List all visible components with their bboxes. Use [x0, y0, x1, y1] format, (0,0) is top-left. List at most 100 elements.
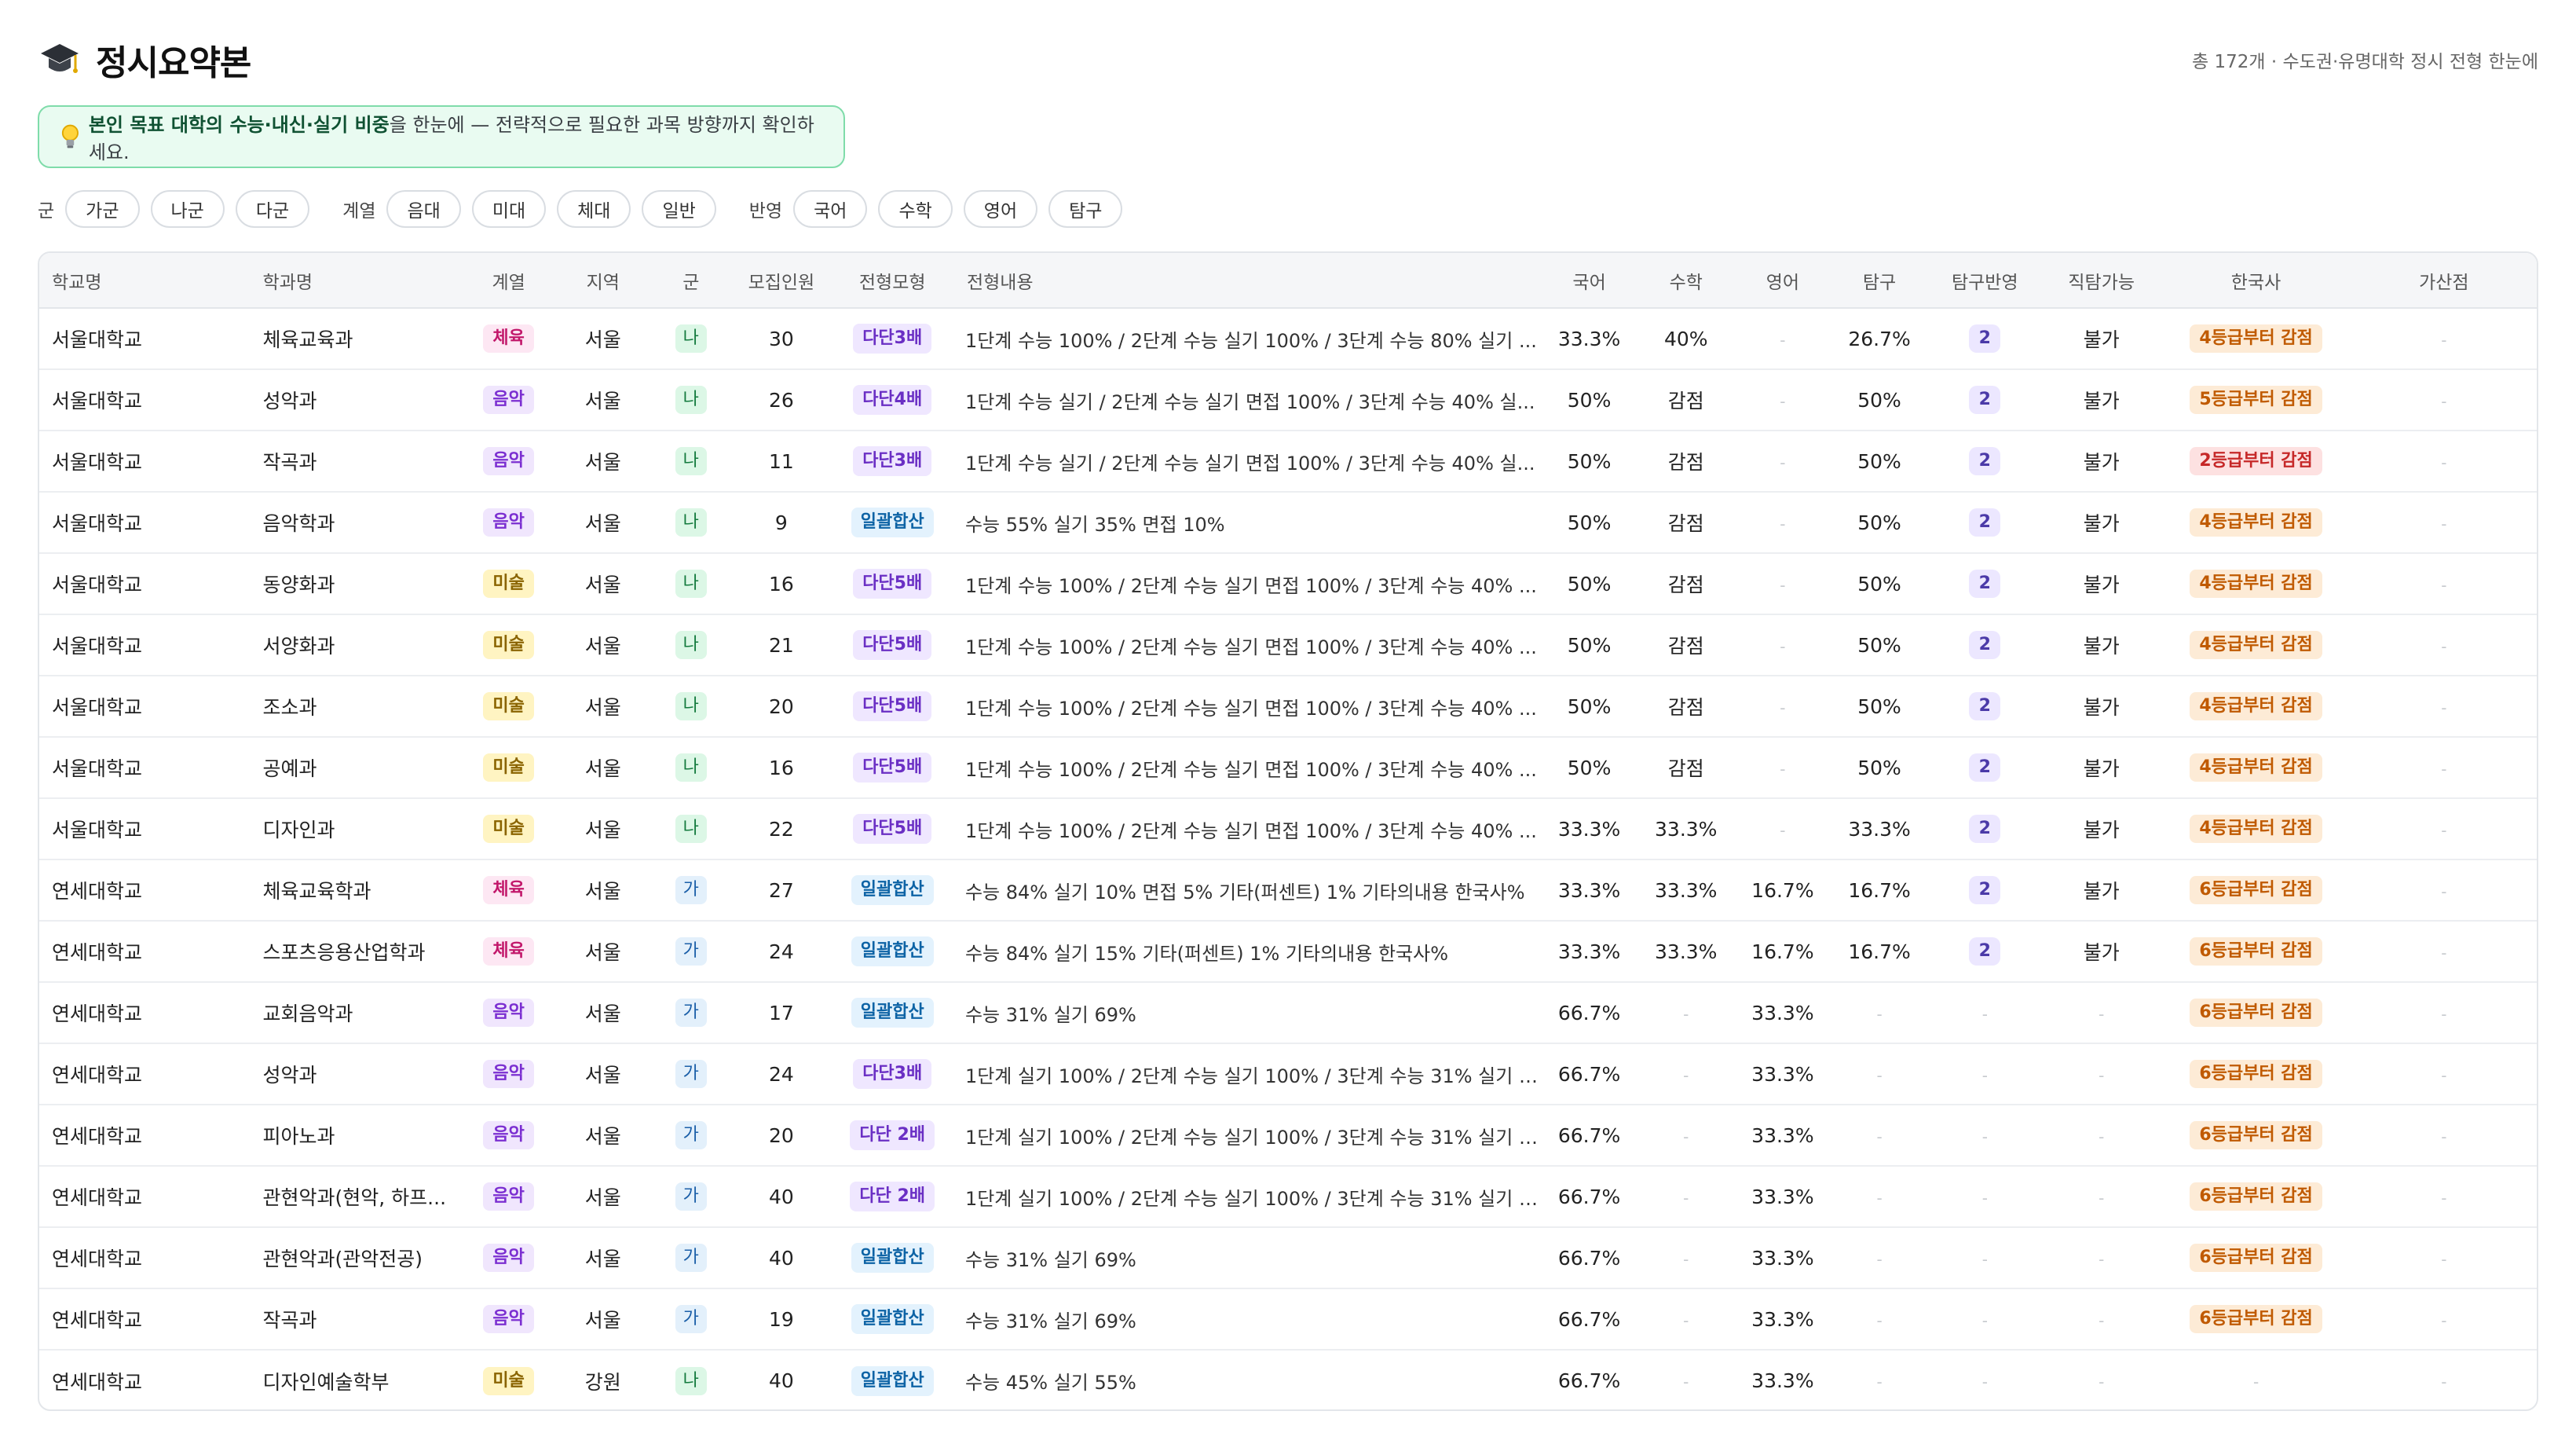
chip-gun-na[interactable]: 나군 [150, 190, 225, 228]
math-ratio: 감점 [1667, 635, 1704, 658]
korean-history-badge: 5등급부터 감점 [2190, 386, 2322, 414]
quota-cell: 9 [774, 511, 788, 534]
quota-cell: 19 [768, 1307, 794, 1331]
english-ratio: 33.3% [1751, 1001, 1814, 1024]
english-ratio: 33.3% [1751, 1123, 1814, 1147]
vocational-cell: 불가 [2083, 635, 2120, 658]
col-korean-history-header[interactable]: 한국사 [2161, 253, 2351, 309]
table-row[interactable]: 서울대학교 조소과 미술 서울 나 20 다단5배 1단계 수능 100% / 2단계 수능 … [39, 676, 2537, 737]
gun-badge: 나 [675, 631, 707, 659]
col-quota-header[interactable]: 모집인원 [732, 253, 831, 309]
table-row[interactable]: 연세대학교 체육교육학과 체육 서울 가 27 일괄합산 수능 84% 실기 10% 면접 5… [39, 859, 2537, 921]
gun-cell: 가 [649, 1166, 732, 1227]
table-row[interactable]: 서울대학교 음악학과 음악 서울 나 9 일괄합산 수능 55% 실기 35% 면접 10% 5… [39, 492, 2537, 553]
table-row[interactable]: 연세대학교 작곡과 음악 서울 가 19 일괄합산 수능 31% 실기 69% 66.7% - 33… [39, 1288, 2537, 1350]
region-cell: 서울 [584, 1248, 621, 1270]
english-ratio: 33.3% [1751, 1369, 1814, 1392]
region-cell: 서울 [584, 1309, 621, 1332]
bonus-cell: - [2351, 369, 2537, 431]
chip-reflect-korean[interactable]: 국어 [793, 190, 868, 228]
chip-field-music[interactable]: 음대 [386, 190, 461, 228]
inquiry-count-dash: - [1981, 1188, 1988, 1208]
col-korean-header[interactable]: 국어 [1541, 253, 1638, 309]
korean-ratio: 66.7% [1557, 1123, 1621, 1147]
quota-cell: 30 [768, 327, 794, 350]
chip-field-art[interactable]: 미대 [471, 190, 547, 228]
table-body: 서울대학교 체육교육과 체육 서울 나 30 다단3배 1단계 수능 100% / 2단계 수… [39, 308, 2537, 1409]
col-school-header[interactable]: 학교명 [39, 253, 251, 309]
korean-history-cell: 4등급부터 감점 [2161, 737, 2351, 798]
english-ratio: 33.3% [1751, 1307, 1814, 1331]
chip-field-general[interactable]: 일반 [642, 190, 716, 228]
table-row[interactable]: 연세대학교 디자인예술학부 미술 강원 나 40 일괄합산 수능 45% 실기 55% 66.7… [39, 1350, 2537, 1409]
quota-cell: 27 [768, 878, 794, 902]
chip-gun-ga[interactable]: 가군 [65, 190, 140, 228]
vocational-cell-dash: - [2098, 1188, 2105, 1208]
gun-badge: 나 [675, 386, 707, 414]
gun-badge: 가 [675, 1305, 707, 1333]
chip-field-sport[interactable]: 체대 [557, 190, 631, 228]
vocational-cell: 불가 [2083, 941, 2120, 964]
chip-gun-da[interactable]: 다군 [235, 190, 310, 228]
table-row[interactable]: 서울대학교 공예과 미술 서울 나 16 다단5배 1단계 수능 100% / 2단계 수능 … [39, 737, 2537, 798]
field-badge: 음악 [483, 447, 534, 475]
chip-reflect-inquiry[interactable]: 탐구 [1048, 190, 1123, 228]
table-row[interactable]: 서울대학교 체육교육과 체육 서울 나 30 다단3배 1단계 수능 100% / 2단계 수… [39, 308, 2537, 369]
table-row[interactable]: 서울대학교 디자인과 미술 서울 나 22 다단5배 1단계 수능 100% / 2단계 수능… [39, 798, 2537, 859]
dept-name: 음악학과 [262, 512, 335, 535]
english-ratio: - [1734, 308, 1831, 369]
korean-history-cell: 6등급부터 감점 [2161, 1043, 2351, 1105]
english-ratio-dash: - [1780, 453, 1786, 472]
table-row[interactable]: 서울대학교 서양화과 미술 서울 나 21 다단5배 1단계 수능 100% / 2단계 수능… [39, 614, 2537, 676]
field-cell: 음악 [461, 1227, 556, 1288]
desc-cell: 1단계 실기 100% / 2단계 수능 실기 100% / 3단계 수능 31… [964, 1187, 1541, 1210]
korean-ratio: 33.3% [1557, 817, 1621, 841]
table-row[interactable]: 연세대학교 성악과 음악 서울 가 24 다단3배 1단계 실기 100% / 2단계 수능 … [39, 1043, 2537, 1105]
bonus-dash: - [2441, 1188, 2447, 1208]
col-field-header[interactable]: 계열 [461, 253, 557, 309]
korean-history-badge: 4등급부터 감점 [2190, 631, 2322, 659]
math-ratio: 감점 [1667, 696, 1704, 719]
col-inquiry-header[interactable]: 탐구 [1831, 253, 1928, 309]
desc-cell: 1단계 수능 100% / 2단계 수능 실기 100% / 3단계 수능 80… [964, 329, 1537, 352]
bonus-dash: - [2441, 1004, 2447, 1024]
table-row[interactable]: 서울대학교 동양화과 미술 서울 나 16 다단5배 1단계 수능 100% / 2단계 수능… [39, 553, 2537, 614]
col-dept-header[interactable]: 학과명 [250, 253, 462, 309]
field-cell: 음악 [461, 492, 556, 553]
field-badge: 체육 [483, 876, 534, 904]
chip-reflect-math[interactable]: 수학 [878, 190, 953, 228]
chip-reflect-english[interactable]: 영어 [963, 190, 1038, 228]
korean-ratio: 33.3% [1557, 878, 1621, 902]
table-row[interactable]: 연세대학교 피아노과 음악 서울 가 20 다단 2배 1단계 실기 100% / 2단계 수… [39, 1105, 2537, 1166]
admissions-table: 학교명 학과명 계열 지역 군 모집인원 전형모형 전형내용 국어 수학 영어 탐구 탐구반영 직탐가능 한… [38, 251, 2538, 1411]
table-row[interactable]: 연세대학교 스포츠응용산업학과 체육 서울 가 24 일괄합산 수능 84% 실기 15% 기… [39, 921, 2537, 982]
col-vocational-header[interactable]: 직탐가능 [2041, 253, 2161, 309]
table-row[interactable]: 서울대학교 작곡과 음악 서울 나 11 다단3배 1단계 수능 실기 / 2단계 수능 실기… [39, 431, 2537, 492]
col-model-header[interactable]: 전형모형 [830, 253, 954, 309]
model-badge: 다단3배 [853, 324, 932, 354]
english-ratio-dash: - [1780, 698, 1786, 717]
model-badge: 일괄합산 [851, 508, 934, 537]
col-english-header[interactable]: 영어 [1734, 253, 1831, 309]
col-inquiry-count-header[interactable]: 탐구반영 [1927, 253, 2042, 309]
dept-name: 동양화과 [262, 574, 335, 596]
col-region-header[interactable]: 지역 [556, 253, 650, 309]
inquiry-count-dash: - [1981, 1004, 1988, 1024]
col-bonus-header[interactable]: 가산점 [2351, 253, 2537, 309]
col-desc-header[interactable]: 전형내용 [953, 253, 1541, 309]
table-row[interactable]: 연세대학교 관현악과(관악전공) 음악 서울 가 40 일괄합산 수능 31% 실기 69% 6… [39, 1227, 2537, 1288]
gun-badge: 나 [675, 570, 707, 598]
math-ratio: - [1637, 982, 1734, 1043]
region-cell: 강원 [584, 1370, 621, 1394]
table-row[interactable]: 연세대학교 관현악과(현악, 하프... 음악 서울 가 40 다단 2배 1단계 실기 10… [39, 1166, 2537, 1227]
table-row[interactable]: 서울대학교 성악과 음악 서울 나 26 다단4배 1단계 수능 실기 / 2단계 수능 실기… [39, 369, 2537, 431]
col-math-header[interactable]: 수학 [1637, 253, 1735, 309]
korean-history-cell: 6등급부터 감점 [2161, 1105, 2351, 1166]
model-cell: 다단3배 [830, 308, 953, 369]
table-row[interactable]: 연세대학교 교회음악과 음악 서울 가 17 일괄합산 수능 31% 실기 69% 66.7% -… [39, 982, 2537, 1043]
col-gun-header[interactable]: 군 [649, 253, 733, 309]
header-row: 학교명 학과명 계열 지역 군 모집인원 전형모형 전형내용 국어 수학 영어 탐구 탐구반영 직탐가능 한… [39, 253, 2537, 309]
inquiry-count-dash: - [1981, 1310, 1988, 1330]
inquiry-ratio: - [1831, 1166, 1927, 1227]
field-cell: 미술 [461, 798, 556, 859]
